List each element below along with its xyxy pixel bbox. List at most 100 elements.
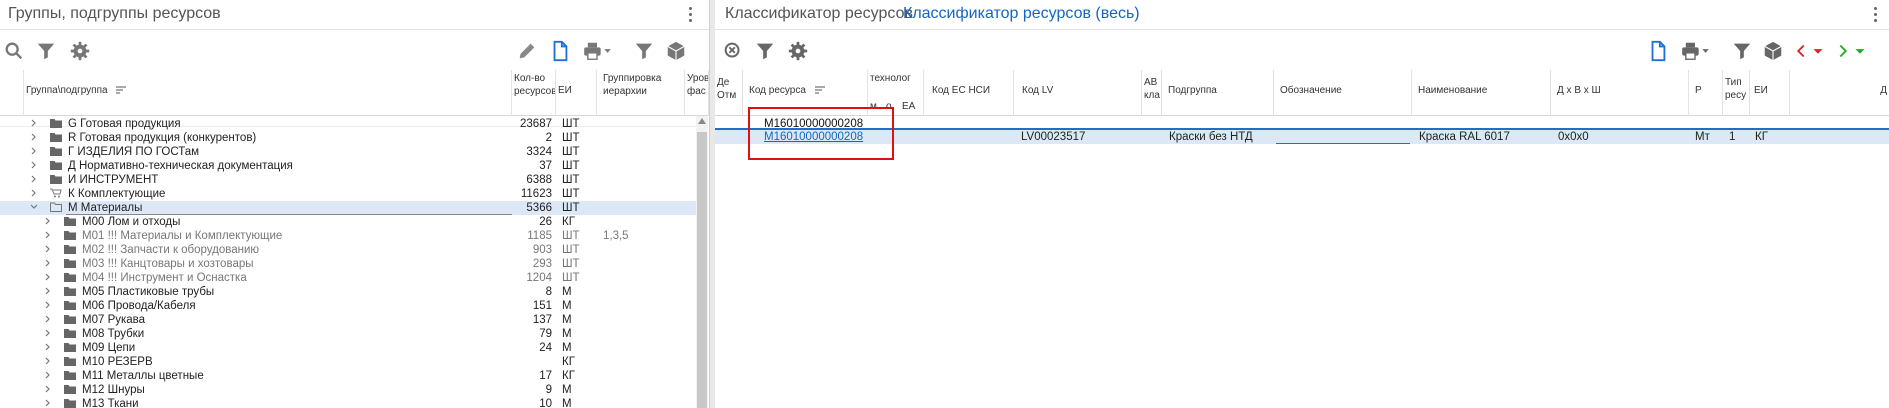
col-header-last[interactable]: Д (1790, 70, 1889, 116)
green-dropdown-icon[interactable] (1853, 40, 1867, 62)
tree-row[interactable]: М07 Рукава 137 М (0, 313, 696, 327)
chevron-right-icon[interactable] (44, 383, 54, 397)
chevron-right-icon[interactable] (44, 369, 54, 383)
tree-row[interactable]: Г ИЗДЕЛИЯ ПО ГОСТам 3324 ШТ (0, 145, 696, 159)
chevron-right-icon[interactable] (30, 145, 40, 159)
left-vertical-scrollbar[interactable] (696, 116, 708, 408)
tree-row[interactable]: М01 !!! Материалы и Комплектующие 1185 ШТ 1… (0, 229, 696, 243)
col-header-subgroup[interactable]: Подгруппа (1162, 70, 1274, 116)
tree-row[interactable]: М04 !!! Инструмент и Оснастка 1204 ШТ (0, 271, 696, 285)
chevron-right-icon[interactable] (44, 355, 54, 369)
folder-icon (64, 243, 77, 257)
col-header-level[interactable]: Уровень фас (685, 70, 709, 116)
tree-row[interactable]: К Комплектующие 11623 ШТ (0, 187, 696, 201)
folder-icon (64, 229, 77, 243)
cube-icon[interactable] (1761, 40, 1785, 62)
resource-count: 79 (539, 328, 552, 340)
tab-resource-classifier[interactable]: Классификатор ресурсов (725, 5, 913, 23)
chevron-right-icon[interactable] (44, 299, 54, 313)
table-row[interactable]: M16010000000208 LV00023517 Краски без НТ… (715, 128, 1889, 144)
tree-row[interactable]: М08 Трубки 79 М (0, 327, 696, 341)
resource-code-link[interactable]: M16010000000208 (764, 130, 868, 144)
col-header-count[interactable]: Кол-во ресурсов (512, 70, 556, 116)
red-dropdown-icon[interactable] (1811, 40, 1825, 62)
col-header-dims[interactable]: Д х В х Ш (1551, 70, 1689, 116)
left-menu-icon[interactable] (684, 4, 696, 24)
sort-icon[interactable] (116, 86, 127, 94)
tree-row[interactable]: М11 Металлы цветные 17 КГ (0, 369, 696, 383)
back-arrow-icon[interactable] (1793, 40, 1809, 62)
chevron-down-icon[interactable] (30, 201, 40, 215)
chevron-right-icon[interactable] (44, 341, 54, 355)
tree-row[interactable]: М13 Ткани 10 М (0, 397, 696, 408)
folder-icon (50, 117, 63, 131)
chevron-right-icon[interactable] (44, 257, 54, 271)
tree-row[interactable]: М02 !!! Запчасти к оборудованию 903 ШТ (0, 243, 696, 257)
cube-icon[interactable] (664, 40, 688, 62)
chevron-right-icon[interactable] (30, 131, 40, 145)
col-header-grouping[interactable]: Группировка иерархии (597, 70, 685, 116)
col-header-code[interactable]: Код ресурса (743, 70, 868, 116)
tab-resource-classifier-all[interactable]: Классификатор ресурсов (весь) (903, 5, 1140, 23)
tree-row[interactable]: М05 Пластиковые трубы 8 М (0, 285, 696, 299)
col-header-de[interactable]: Де Отм (715, 70, 743, 116)
chevron-right-icon[interactable] (44, 313, 54, 327)
chevron-right-icon[interactable] (30, 173, 40, 187)
tree-row[interactable]: Д Нормативно-техническая документация 37 Ш… (0, 159, 696, 173)
col-header-group[interactable]: Группа\подгруппа (24, 70, 512, 116)
tree-row[interactable]: М10 РЕЗЕРВ КГ (0, 355, 696, 369)
chevron-right-icon[interactable] (44, 271, 54, 285)
right-menu-icon[interactable] (1869, 4, 1881, 24)
chevron-right-icon[interactable] (30, 117, 40, 131)
col-header-ec-code[interactable]: Код ЕС НСИ (924, 70, 1014, 116)
tree-row[interactable]: И ИНСТРУМЕНТ 6388 ШТ (0, 173, 696, 187)
scroll-thumb[interactable] (697, 132, 707, 408)
tree-row[interactable]: М09 Цепи 24 М (0, 341, 696, 355)
col-header-type[interactable]: Тип ресу (1723, 70, 1750, 116)
search-icon[interactable] (2, 40, 26, 62)
col-header-designation[interactable]: Обозначение (1274, 70, 1412, 116)
col-header-r[interactable]: Р (1689, 70, 1723, 116)
funnel-icon[interactable] (1730, 40, 1754, 62)
group-name: М13 Ткани (82, 398, 139, 408)
tree-row[interactable]: М06 Провода/Кабеля 151 М (0, 299, 696, 313)
chevron-right-icon[interactable] (44, 327, 54, 341)
chevron-right-icon[interactable] (44, 243, 54, 257)
chevron-right-icon[interactable] (44, 285, 54, 299)
tree-row[interactable]: М12 Шнуры 9 М (0, 383, 696, 397)
col-header-av[interactable]: АВ кла (1142, 70, 1162, 116)
new-document-icon[interactable] (1646, 40, 1670, 62)
filter-icon[interactable] (753, 40, 777, 62)
col-header-tech[interactable]: технолог м о ЕА (868, 70, 924, 116)
tree-row[interactable]: R Готовая продукция (конкурентов) 2 ШТ (0, 131, 696, 145)
chevron-right-icon[interactable] (44, 397, 54, 408)
col-header-lv-code[interactable]: Код LV (1014, 70, 1142, 116)
print-icon[interactable] (1678, 40, 1712, 62)
col-header-unit[interactable]: ЕИ (1750, 70, 1790, 116)
designation-cell[interactable] (1276, 130, 1410, 144)
chevron-right-icon[interactable] (44, 215, 54, 229)
chevron-right-icon[interactable] (30, 187, 40, 201)
tree-row[interactable]: М Материалы 5366 ШТ (0, 201, 696, 215)
forward-arrow-icon[interactable] (1835, 40, 1851, 62)
unit: ШТ (562, 188, 580, 200)
col-header-name[interactable]: Наименование (1412, 70, 1551, 116)
gear-icon[interactable] (786, 40, 810, 62)
chevron-right-icon[interactable] (44, 229, 54, 243)
resource-count: 24 (539, 342, 552, 354)
scroll-up-icon[interactable] (698, 118, 706, 124)
new-document-icon[interactable] (548, 40, 572, 62)
chevron-right-icon[interactable] (30, 159, 40, 173)
clear-filter-icon[interactable] (721, 40, 745, 62)
resource-count: 151 (532, 300, 552, 312)
sort-icon[interactable] (814, 86, 825, 94)
tree-row[interactable]: G Готовая продукция 23687 ШТ (0, 117, 696, 131)
tree-row[interactable]: М03 !!! Канцтовары и хозтовары 293 ШТ (0, 257, 696, 271)
edit-pencil-icon[interactable] (515, 40, 539, 62)
tree-row[interactable]: М00 Лом и отходы 26 КГ (0, 215, 696, 229)
gear-icon[interactable] (68, 40, 92, 62)
col-header-unit[interactable]: ЕИ (556, 70, 597, 116)
print-icon[interactable] (580, 40, 614, 62)
funnel-icon[interactable] (632, 40, 656, 62)
filter-icon[interactable] (34, 40, 58, 62)
